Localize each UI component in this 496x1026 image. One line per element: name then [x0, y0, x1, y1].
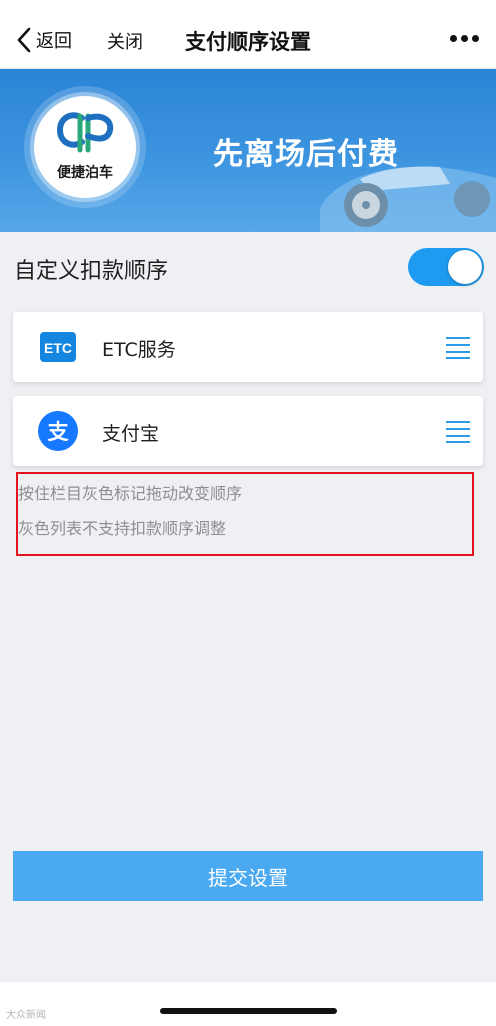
cp-logo-icon	[56, 112, 114, 153]
watermark: 大众新闻	[6, 1010, 46, 1021]
etc-icon-text: ETC	[44, 340, 72, 356]
payment-item-label: ETC服务	[102, 339, 176, 361]
back-label: 返回	[36, 31, 72, 52]
hint-text: 按住栏目灰色标记拖动改变顺序	[18, 484, 243, 503]
payment-item-label: 支付宝	[102, 423, 160, 445]
drag-handle-icon[interactable]	[446, 335, 470, 359]
custom-order-toggle[interactable]	[408, 248, 484, 286]
logo-text: 便捷泊车	[57, 165, 113, 181]
payment-item-etc[interactable]: ETC ETC服务	[13, 312, 483, 382]
payment-item-alipay[interactable]: 支 支付宝	[13, 396, 483, 466]
chevron-left-icon	[17, 27, 31, 53]
more-menu-button[interactable]	[450, 32, 480, 46]
more-dot-icon	[472, 35, 479, 42]
alipay-icon-text: 支	[47, 419, 69, 444]
back-button[interactable]: 返回	[16, 26, 72, 54]
home-indicator	[160, 1008, 337, 1014]
close-button[interactable]: 关闭	[107, 28, 143, 54]
banner: 便捷泊车 先离场后付费	[0, 69, 496, 232]
custom-order-label: 自定义扣款顺序	[14, 259, 169, 284]
nav-bar: 返回 关闭 支付顺序设置	[0, 0, 496, 69]
more-dot-icon	[450, 35, 457, 42]
submit-button[interactable]: 提交设置	[13, 851, 483, 901]
alipay-icon: 支	[38, 411, 78, 451]
toggle-knob	[448, 250, 482, 284]
hint-text: 灰色列表不支持扣款顺序调整	[18, 519, 227, 538]
etc-icon: ETC	[40, 332, 76, 362]
banner-title: 先离场后付费	[213, 137, 399, 172]
drag-handle-icon[interactable]	[446, 419, 470, 443]
brand-logo: 便捷泊车	[34, 96, 136, 198]
bottom-bar: 大众新闻	[0, 982, 496, 1026]
more-dot-icon	[461, 35, 468, 42]
page-title: 支付顺序设置	[185, 30, 311, 54]
